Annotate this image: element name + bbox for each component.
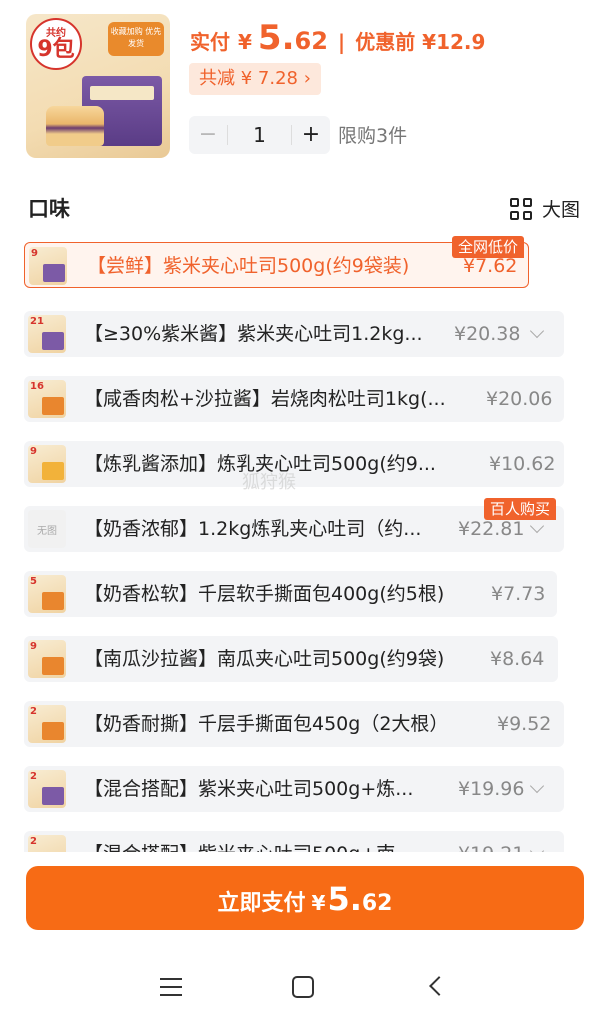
- option-name: 【≥30%紫米酱】紫米夹心吐司1.2kg...: [84, 323, 423, 345]
- flavor-option[interactable]: 16 【咸香肉松+沙拉酱】岩烧肉松吐司1kg(... ¥20.06: [24, 376, 564, 422]
- option-price: ¥20.06: [486, 388, 553, 410]
- product-header: 共约 9包 收藏加购 优先发货 实付 ¥ 5. 62 | 优惠前 ¥12.9 共…: [0, 0, 610, 170]
- option-name: 【南瓜沙拉酱】南瓜夹心吐司500g(约9袋): [84, 648, 445, 670]
- recent-apps-icon[interactable]: [160, 978, 182, 996]
- watermark: 狐狩猴: [242, 472, 296, 493]
- price-integer: 5.: [257, 18, 295, 58]
- quantity-input[interactable]: 1: [227, 125, 292, 145]
- chevron-down-icon[interactable]: [529, 843, 545, 852]
- flavor-option[interactable]: 5 【奶香松软】千层软手撕面包400g(约5根) ¥7.73: [24, 571, 557, 617]
- thumb-promo-tag: 收藏加购 优先发货: [108, 22, 164, 56]
- option-name: 【奶香耐撕】千层手撕面包450g（2大根）: [84, 713, 449, 735]
- price-row: 实付 ¥ 5. 62 | 优惠前 ¥12.9: [190, 18, 485, 58]
- price-currency: ¥: [238, 30, 252, 54]
- option-thumbnail: 2: [28, 705, 66, 743]
- option-price: ¥19.21: [458, 831, 524, 852]
- option-price: ¥10.62: [489, 453, 556, 475]
- option-name: 【咸香肉松+沙拉酱】岩烧肉松吐司1kg(...: [84, 388, 446, 410]
- option-thumbnail: 2: [28, 835, 66, 852]
- chevron-down-icon[interactable]: [529, 778, 545, 794]
- flavor-option[interactable]: 2 【奶香耐撕】千层手撕面包450g（2大根） ¥9.52: [24, 701, 564, 747]
- pay-label: 立即支付: [217, 891, 306, 916]
- flavor-option[interactable]: 无图 【奶香浓郁】1.2kg炼乳夹心吐司（约... ¥22.81: [24, 506, 564, 552]
- price-decimal: 62: [294, 27, 328, 55]
- flavor-option[interactable]: 2 【混合搭配】紫米夹心吐司500g+南... ¥19.21: [24, 831, 564, 852]
- option-price: ¥19.96: [458, 778, 525, 800]
- option-name: 【尝鲜】紫米夹心吐司500g(约9袋装): [87, 255, 410, 277]
- back-icon[interactable]: [429, 976, 449, 996]
- flavor-section-title: 口味: [28, 197, 70, 221]
- option-price: ¥20.38: [454, 323, 521, 345]
- price-separator: |: [337, 30, 346, 54]
- count-badge: 共约 9包: [30, 18, 82, 70]
- home-icon[interactable]: [292, 976, 314, 998]
- original-price: 优惠前 ¥12.9: [355, 30, 486, 54]
- pay-decimal: 62: [361, 891, 393, 916]
- increase-button[interactable]: +: [292, 116, 330, 154]
- chevron-down-icon[interactable]: [529, 323, 545, 339]
- chevron-down-icon[interactable]: [529, 518, 545, 534]
- option-thumbnail: 无图: [28, 510, 66, 548]
- option-price: ¥7.73: [491, 583, 546, 605]
- paid-label: 实付: [190, 30, 230, 54]
- system-nav-bar: [0, 950, 610, 1024]
- pay-currency: ¥: [311, 891, 326, 915]
- product-thumbnail[interactable]: 共约 9包 收藏加购 优先发货: [26, 14, 170, 158]
- lowest-price-tag: 全网低价: [452, 236, 525, 258]
- decrease-button[interactable]: −: [189, 116, 227, 154]
- option-thumbnail: 9: [29, 247, 67, 285]
- big-view-label: 大图: [541, 199, 580, 221]
- option-thumbnail: 9: [28, 445, 66, 483]
- no-image-label: 无图: [37, 526, 57, 537]
- option-thumbnail: 16: [28, 380, 66, 418]
- big-view-button[interactable]: 大图: [509, 195, 580, 222]
- option-name: 【混合搭配】紫米夹心吐司500g+炼...: [84, 778, 414, 800]
- option-thumbnail: 5: [28, 575, 66, 613]
- option-thumbnail: 21: [28, 315, 66, 353]
- option-thumbnail: 2: [28, 770, 66, 808]
- pay-now-button[interactable]: 立即支付 ¥ 5. 62: [26, 866, 584, 930]
- pay-integer: 5.: [327, 880, 362, 918]
- bread-image: [46, 106, 104, 146]
- flavor-option[interactable]: 21 【≥30%紫米酱】紫米夹心吐司1.2kg... ¥20.38: [24, 311, 564, 357]
- quantity-stepper: − 1 +: [189, 116, 330, 154]
- flavor-list: 9 【尝鲜】紫米夹心吐司500g(约9袋装) ¥7.62 全网低价 21 【≥3…: [0, 230, 610, 852]
- count-badge-number: 9包: [37, 37, 75, 62]
- popular-tag: 百人购买: [484, 498, 557, 520]
- option-name: 【奶香浓郁】1.2kg炼乳夹心吐司（约...: [84, 518, 422, 540]
- option-price: ¥9.52: [497, 713, 552, 735]
- flavor-option[interactable]: 9 【南瓜沙拉酱】南瓜夹心吐司500g(约9袋) ¥8.64: [24, 636, 558, 682]
- grid-icon: [509, 197, 532, 220]
- discount-button[interactable]: 共减 ¥ 7.28 ›: [189, 63, 321, 95]
- option-name: 【奶香松软】千层软手撕面包400g(约5根): [84, 583, 445, 605]
- flavor-option[interactable]: 2 【混合搭配】紫米夹心吐司500g+炼... ¥19.96: [24, 766, 564, 812]
- option-name: 【混合搭配】紫米夹心吐司500g+南...: [84, 831, 439, 852]
- option-thumbnail: 9: [28, 640, 66, 678]
- option-price: ¥8.64: [490, 648, 545, 670]
- purchase-limit: 限购3件: [338, 125, 408, 147]
